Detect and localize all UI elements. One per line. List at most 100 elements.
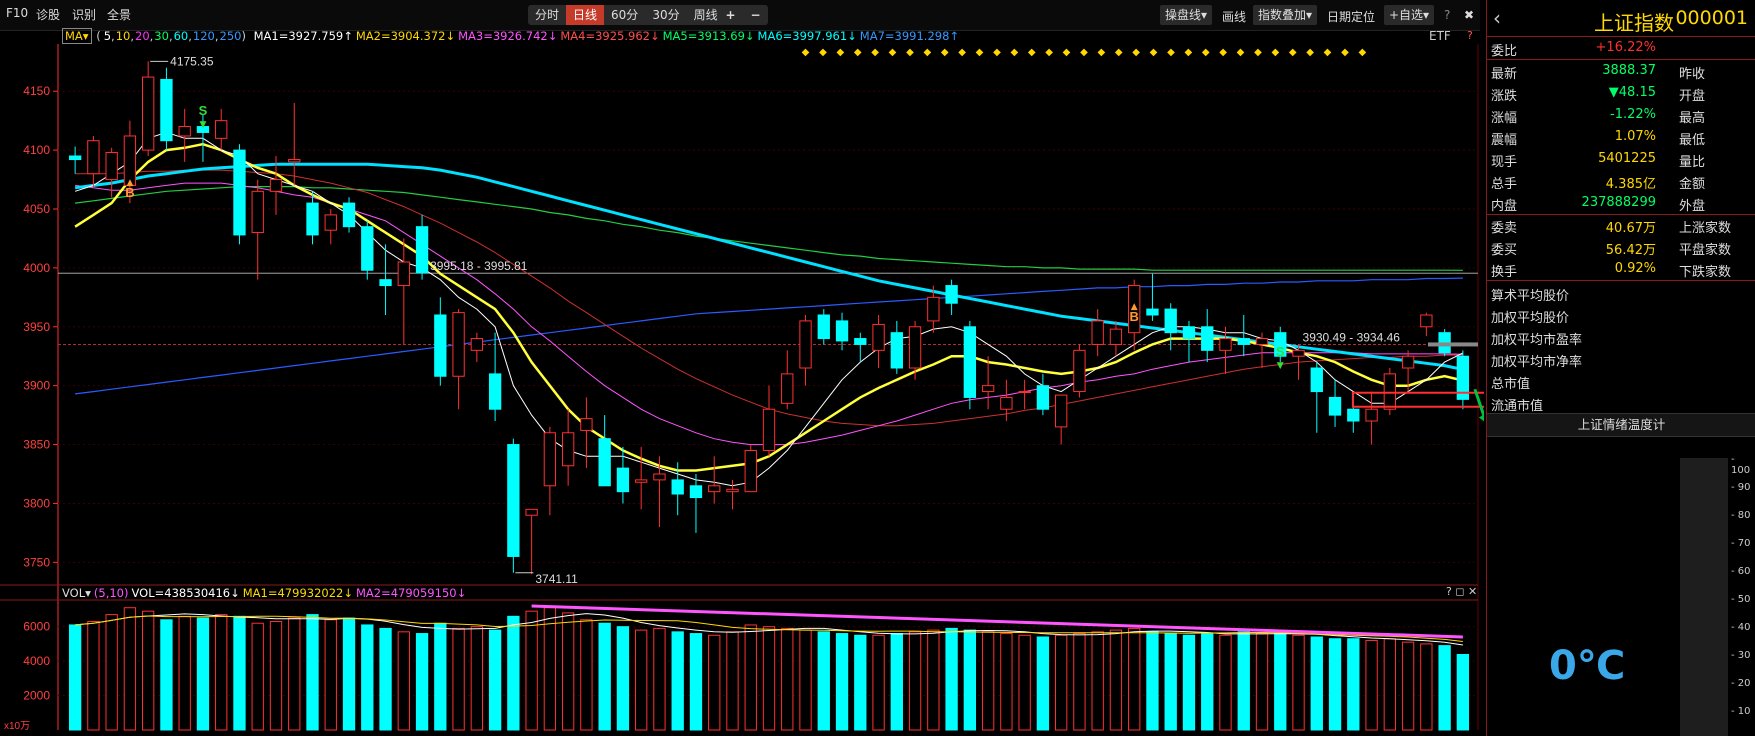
quote-value: 1.07% xyxy=(1614,129,1656,144)
period-daily[interactable]: 日线 xyxy=(566,5,605,25)
comma: , xyxy=(149,29,154,43)
ma-selector[interactable]: MA▾ xyxy=(62,28,92,44)
event-diamond: ◆ xyxy=(871,47,879,58)
volume-bar xyxy=(1365,639,1378,731)
volume-bar xyxy=(1182,634,1196,731)
ma-param-250: 250 xyxy=(219,29,242,43)
event-diamond: ◆ xyxy=(819,47,827,58)
signal-arrow: ▼ xyxy=(1277,361,1284,371)
thermometer-bar xyxy=(1680,458,1728,736)
index-name: 上证指数 xyxy=(1594,11,1674,35)
volume-bar xyxy=(488,629,502,731)
candle xyxy=(890,332,903,369)
volume-bar xyxy=(963,629,977,731)
signal-sell: S xyxy=(1276,344,1285,359)
volume-bar xyxy=(1438,645,1451,731)
thermometer-title: 上证情绪温度计 xyxy=(1487,413,1755,437)
volume-bar xyxy=(1054,634,1068,731)
volume-bar xyxy=(1383,638,1396,731)
vol-selector: VOL▾ xyxy=(62,586,91,600)
event-diamond: ◆ xyxy=(1324,47,1332,58)
y-tick-label: 3800 xyxy=(23,496,50,510)
volume-bar xyxy=(233,615,246,731)
volume-bar xyxy=(689,633,703,731)
candle xyxy=(872,323,885,351)
vol-value-1: MA1=479932022↓ xyxy=(242,586,353,600)
temperature-value: 0℃ xyxy=(1549,643,1626,689)
candle xyxy=(1164,308,1177,334)
ma60-line xyxy=(74,162,1464,371)
back-icon[interactable]: ‹ xyxy=(1493,6,1501,30)
candle xyxy=(726,488,739,493)
candle xyxy=(854,338,867,345)
last-price-marker xyxy=(1428,342,1478,347)
legend-help-icon[interactable]: ? xyxy=(1467,29,1473,42)
candle xyxy=(744,449,757,493)
volume-bar xyxy=(1146,631,1159,731)
volume-bar xyxy=(653,627,666,731)
index-overlay-dropdown[interactable]: 指数叠加▾ xyxy=(1253,5,1318,25)
draw-line-button[interactable]: 画线 xyxy=(1222,8,1246,25)
candle xyxy=(1365,408,1378,422)
close-icon[interactable]: ✖ xyxy=(1464,8,1474,22)
zoom-out-button[interactable]: − xyxy=(750,8,760,22)
f10-button[interactable]: F10 xyxy=(6,6,28,20)
volume-bar xyxy=(1274,633,1287,731)
candle xyxy=(1328,396,1342,416)
candle xyxy=(142,76,155,151)
candle xyxy=(415,226,429,274)
volume-bar xyxy=(397,631,410,731)
ma-values: MA1=3927.759↑ MA2=3904.372↓ MA3=3926.742↓ M… xyxy=(254,29,962,43)
thermo-tick: - 10 xyxy=(1731,706,1751,717)
volume-bar xyxy=(1328,638,1342,731)
ma-value-7: MA7=3991.298↑ xyxy=(859,29,960,43)
candle xyxy=(561,432,575,467)
event-diamond: ◆ xyxy=(1097,47,1105,58)
signal-sell: S xyxy=(199,103,208,118)
candle xyxy=(470,338,484,351)
quote-label: 最新 xyxy=(1491,67,1518,82)
event-diamond: ◆ xyxy=(958,47,966,58)
event-diamond: ◆ xyxy=(1341,47,1349,58)
event-diamond: ◆ xyxy=(941,47,949,58)
event-diamond: ◆ xyxy=(1306,47,1314,58)
candle xyxy=(324,214,337,231)
panorama-button[interactable]: 全景 xyxy=(107,6,131,23)
candle xyxy=(945,285,958,304)
candle xyxy=(525,508,538,516)
period-60min[interactable]: 60分 xyxy=(604,5,645,25)
quote-label-right: 昨收 xyxy=(1679,67,1706,82)
period-intraday[interactable]: 分时 xyxy=(528,5,566,25)
volume-bar xyxy=(708,634,721,731)
trading-line-dropdown[interactable]: 操盘线▾ xyxy=(1160,5,1213,25)
event-diamond: ◆ xyxy=(1167,47,1175,58)
event-diamond: ◆ xyxy=(1080,47,1088,58)
volume-bar xyxy=(908,631,922,731)
zoom-in-button[interactable]: + xyxy=(725,8,735,22)
diagnose-button[interactable]: 诊股 xyxy=(36,6,60,23)
quote-label: 涨幅 xyxy=(1491,111,1518,126)
event-diamond: ◆ xyxy=(1271,47,1279,58)
market-stat-label: 加权平均市净率 xyxy=(1491,355,1583,370)
watchlist-dropdown[interactable]: +自选▾ xyxy=(1384,5,1435,25)
event-diamond: ◆ xyxy=(854,47,862,58)
help-icon[interactable]: ? xyxy=(1444,8,1450,22)
quote-value: 5401225 xyxy=(1598,151,1656,166)
date-locate-button[interactable]: 日期定位 xyxy=(1327,8,1375,25)
volume-bar xyxy=(781,627,794,731)
event-diamond: ◆ xyxy=(1063,47,1071,58)
etf-label[interactable]: ETF xyxy=(1429,29,1451,43)
volume-bar xyxy=(1292,634,1305,731)
candle xyxy=(1292,349,1305,357)
candle xyxy=(105,151,118,181)
quote-value: ▼48.15 xyxy=(1608,85,1656,100)
period-30min[interactable]: 30分 xyxy=(645,5,686,25)
pane-controls: ? ◻ ✕ xyxy=(1446,585,1477,598)
quote-label: 总手 xyxy=(1491,177,1518,192)
identify-button[interactable]: 识别 xyxy=(72,6,96,23)
volume-bar xyxy=(1000,633,1013,731)
kline-chart[interactable]: 3750 3800 3850 3900 3950 4000 4050 4100 4150 4175… xyxy=(0,44,1484,736)
candle xyxy=(507,444,520,557)
ma-value-3: MA3=3926.742↓ xyxy=(458,29,558,43)
volume-bar xyxy=(561,612,575,731)
